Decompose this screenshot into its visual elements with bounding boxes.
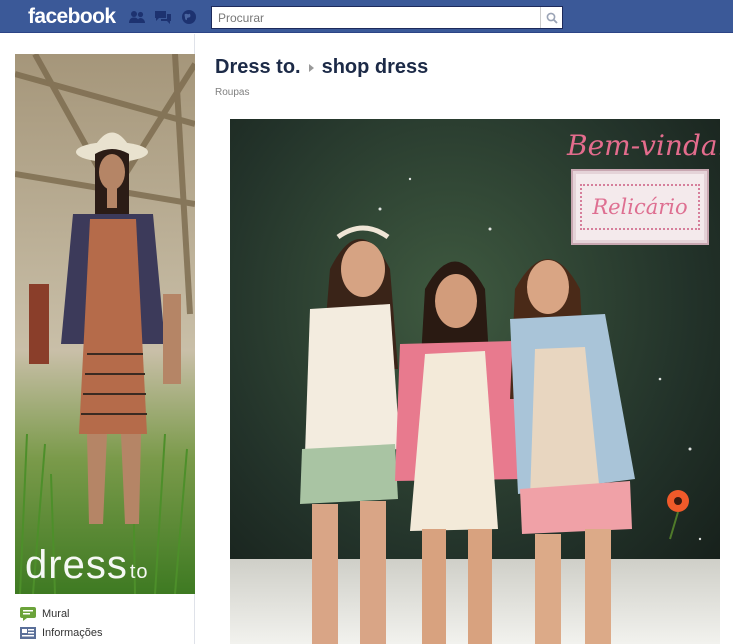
messages-icon[interactable]: [154, 9, 172, 25]
wall-icon: [20, 606, 36, 621]
facebook-logo[interactable]: facebook: [28, 5, 116, 29]
notifications-globe-icon[interactable]: [180, 9, 198, 25]
brand-watermark: dress to: [25, 543, 149, 587]
collection-name: Relicário: [580, 184, 700, 230]
search-icon: [546, 12, 558, 24]
nav-item-label: Informações: [42, 626, 103, 639]
friends-icon[interactable]: [128, 9, 146, 25]
jewel-icons: [128, 9, 198, 25]
page-name-link[interactable]: Dress to.: [215, 56, 301, 79]
subpage-name-link[interactable]: shop dress: [322, 56, 429, 79]
info-icon: [20, 626, 36, 639]
breadcrumb-arrow-icon: [308, 63, 314, 72]
welcome-text: Bem-vinda!: [567, 129, 720, 162]
top-bar: facebook: [0, 0, 733, 33]
left-column: dress to Mural Informações: [0, 34, 195, 644]
search-box: [211, 6, 563, 29]
profile-photo-illustration: [15, 54, 195, 594]
nav-item-label: Mural: [42, 607, 70, 620]
page-category[interactable]: Roupas: [215, 87, 249, 98]
collection-plaque: Relicário: [573, 171, 707, 243]
search-button[interactable]: [540, 7, 562, 28]
main-content: Dress to. shop dress Roupas Bem-vinda! R…: [196, 34, 733, 644]
page-title: Dress to. shop dress: [215, 56, 428, 79]
banner-photo[interactable]: Bem-vinda! Relicário: [230, 119, 720, 644]
search-input[interactable]: [212, 7, 540, 28]
profile-picture[interactable]: dress to: [15, 54, 195, 594]
page-nav: Mural Informações: [20, 604, 103, 642]
nav-item-informacoes[interactable]: Informações: [20, 623, 103, 642]
nav-item-mural[interactable]: Mural: [20, 604, 103, 623]
